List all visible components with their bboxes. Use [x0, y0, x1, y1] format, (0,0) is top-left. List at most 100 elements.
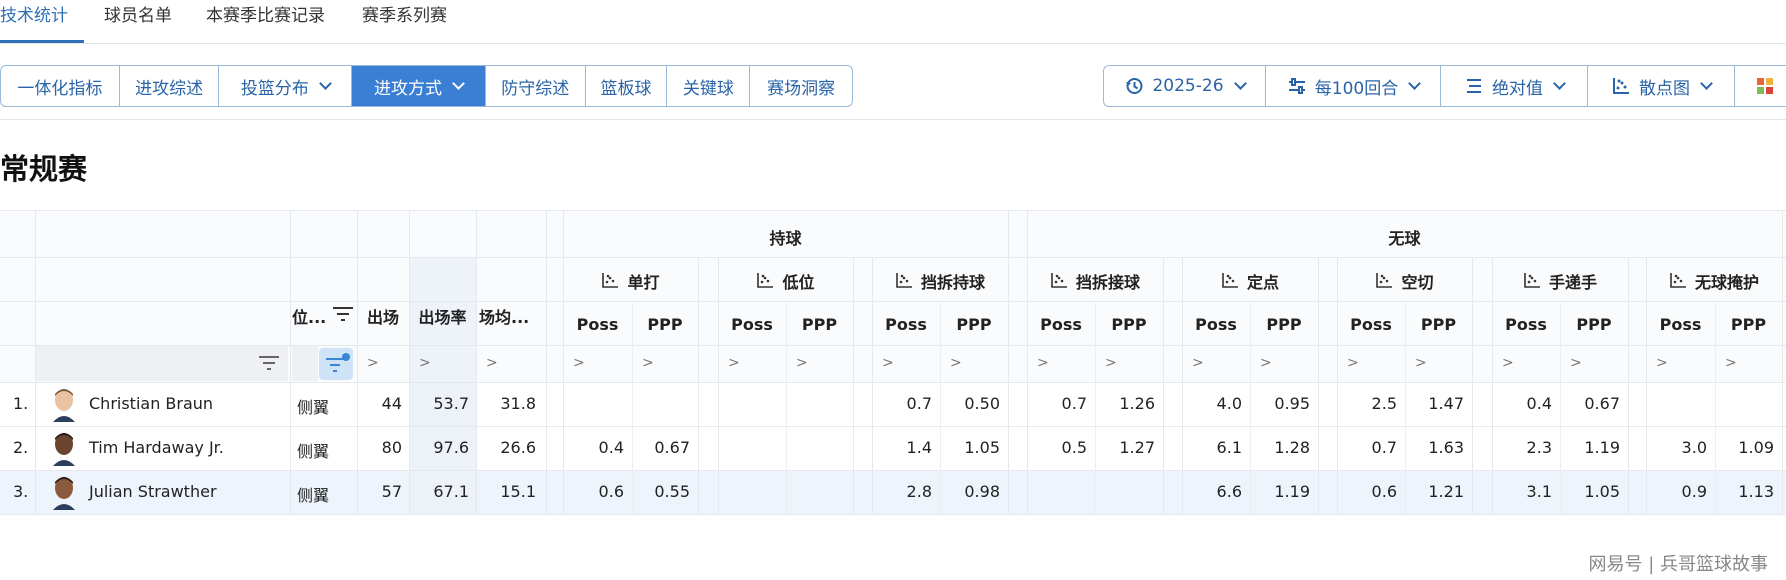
player-avatar[interactable]: [50, 430, 78, 466]
tab-season-series[interactable]: 赛季系列赛: [362, 0, 447, 40]
filter-input[interactable]: >: [573, 355, 585, 371]
poss-value: 6.1: [1216, 438, 1242, 457]
poss-value: 0.9: [1681, 482, 1707, 501]
ppp-header[interactable]: PPP: [786, 315, 853, 334]
heatmap-button[interactable]: [1735, 66, 1786, 106]
game-rate-value: 67.1: [433, 482, 469, 501]
table-vline: [409, 210, 410, 514]
poss-header[interactable]: Poss: [1337, 315, 1405, 334]
category-tab-offense-summary[interactable]: 进攻综述: [120, 66, 220, 106]
filter-input[interactable]: >: [367, 355, 379, 371]
scatter-icon[interactable]: [1375, 272, 1393, 290]
scatter-icon[interactable]: [1523, 272, 1541, 290]
filter-input[interactable]: >: [1192, 355, 1204, 371]
category-tab-rebounds[interactable]: 篮板球: [586, 66, 668, 106]
ppp-header[interactable]: PPP: [1095, 315, 1163, 334]
poss-value: 0.7: [1371, 438, 1397, 457]
ppp-value: 1.19: [1584, 438, 1620, 457]
category-tab-shot-distribution[interactable]: 投篮分布: [219, 66, 353, 106]
filter-input[interactable]: >: [882, 355, 894, 371]
category-tab-clutch[interactable]: 关键球: [667, 66, 751, 106]
ppp-value: 1.27: [1119, 438, 1155, 457]
tab-roster[interactable]: 球员名单: [104, 0, 172, 40]
filter-icon[interactable]: [332, 305, 354, 323]
scatter-icon[interactable]: [1050, 272, 1068, 290]
filter-input[interactable]: >: [796, 355, 808, 371]
filter-input[interactable]: >: [419, 355, 431, 371]
table-vline: [546, 210, 547, 514]
poss-header[interactable]: Poss: [1182, 315, 1250, 334]
poss-value: 1.4: [906, 438, 932, 457]
active-tab-indicator: [0, 40, 84, 43]
poss-header[interactable]: Poss: [1027, 315, 1095, 334]
tab-season-games[interactable]: 本赛季比赛记录: [206, 0, 325, 40]
poss-header[interactable]: Poss: [872, 315, 940, 334]
table-vline: [718, 257, 719, 514]
filter-input[interactable]: >: [1725, 355, 1737, 371]
mode-select[interactable]: 绝对值: [1441, 66, 1588, 106]
scatter-icon[interactable]: [895, 272, 913, 290]
player-avatar[interactable]: [50, 474, 78, 510]
filter-input[interactable]: >: [1037, 355, 1049, 371]
games-header[interactable]: 出场: [357, 304, 409, 328]
filter-input[interactable]: >: [728, 355, 740, 371]
group-header-with-ball: 持球: [769, 229, 802, 248]
scatter-icon[interactable]: [601, 272, 619, 290]
player-name[interactable]: Julian Strawther: [89, 482, 217, 501]
filter-input[interactable]: >: [1105, 355, 1117, 371]
filter-input[interactable]: >: [1347, 355, 1359, 371]
table-hline: [0, 301, 1786, 302]
options-bar: 2025-26 每100回合 绝对值 散点图: [1103, 65, 1786, 107]
filter-input[interactable]: >: [1502, 355, 1514, 371]
table-vline: [1008, 257, 1009, 514]
filter-input[interactable]: >: [1656, 355, 1668, 371]
player-name[interactable]: Christian Braun: [89, 394, 213, 413]
row-rank: 1.: [13, 394, 29, 413]
per-select[interactable]: 每100回合: [1266, 66, 1441, 106]
position-filter-button[interactable]: [319, 348, 353, 380]
ppp-header[interactable]: PPP: [940, 315, 1008, 334]
category-tab-insights[interactable]: 赛场洞察: [750, 66, 852, 106]
season-select[interactable]: 2025-26: [1104, 66, 1266, 106]
row-rank: 2.: [13, 438, 29, 457]
minutes-value: 31.8: [500, 394, 536, 413]
category-tab-defense-summary[interactable]: 防守综述: [486, 66, 586, 106]
ppp-header[interactable]: PPP: [1715, 315, 1782, 334]
poss-header[interactable]: Poss: [1492, 315, 1560, 334]
ppp-header[interactable]: PPP: [1560, 315, 1628, 334]
player-avatar[interactable]: [50, 386, 78, 422]
playtype-label: 手递手: [1548, 273, 1597, 292]
filter-input[interactable]: >: [486, 355, 498, 371]
filter-input[interactable]: >: [1415, 355, 1427, 371]
category-tab-playtype[interactable]: 进攻方式: [352, 66, 486, 106]
filter-input[interactable]: >: [1260, 355, 1272, 371]
player-name[interactable]: Tim Hardaway Jr.: [89, 438, 224, 457]
filter-icon[interactable]: [258, 354, 280, 372]
filter-input[interactable]: >: [642, 355, 654, 371]
section-title: 常规赛: [0, 152, 88, 186]
history-icon: [1124, 76, 1144, 96]
tab-stats[interactable]: 技术统计: [0, 0, 68, 40]
ppp-header[interactable]: PPP: [1250, 315, 1318, 334]
category-tab-integrated[interactable]: 一体化指标: [1, 66, 120, 106]
ppp-header[interactable]: PPP: [1405, 315, 1472, 334]
scatter-icon[interactable]: [1669, 272, 1687, 290]
scatter-icon[interactable]: [756, 272, 774, 290]
filter-input[interactable]: >: [950, 355, 962, 371]
filter-input[interactable]: >: [1570, 355, 1582, 371]
ppp-value: 0.67: [654, 438, 690, 457]
poss-header[interactable]: Poss: [1646, 315, 1715, 334]
table-vline: [1163, 257, 1164, 514]
minutes-header[interactable]: 场均...: [476, 304, 549, 328]
playtype-header: 空切: [1337, 269, 1472, 293]
position-header[interactable]: 位...: [292, 304, 326, 328]
scatter-icon[interactable]: [1221, 272, 1239, 290]
view-select[interactable]: 散点图: [1588, 66, 1735, 106]
playtype-label: 单打: [627, 273, 660, 292]
view-label: 散点图: [1639, 78, 1690, 99]
ppp-header[interactable]: PPP: [632, 315, 698, 334]
poss-header[interactable]: Poss: [718, 315, 786, 334]
game-rate-header[interactable]: 出场率: [409, 304, 476, 328]
poss-value: 0.6: [1371, 482, 1397, 501]
poss-header[interactable]: Poss: [563, 315, 632, 334]
